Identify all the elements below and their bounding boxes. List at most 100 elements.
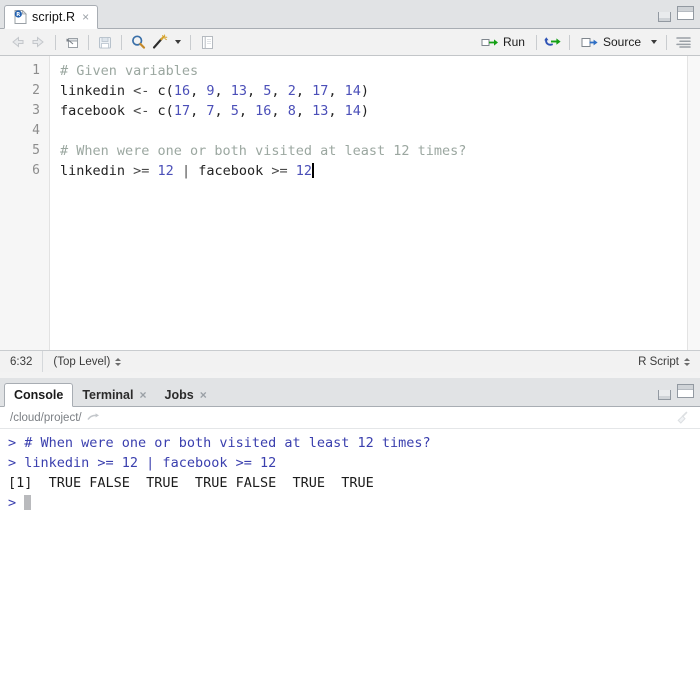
code-token-plain: linkedin [60,83,134,99]
code-token-num: 5 [230,103,239,119]
toolbar-divider [55,34,56,50]
console-tab-console[interactable]: Console [4,383,74,407]
console-pane: Console Terminal × Jobs × /cloud/project/ > [0,378,700,700]
code-token-num: 16 [173,83,191,99]
code-token-plain: , [190,103,207,119]
console-tab-close-icon[interactable]: × [200,388,207,402]
rerun-loop-icon[interactable] [542,32,564,53]
caret-down-icon[interactable] [651,40,657,44]
save-disk-icon[interactable] [94,32,116,53]
source-tab-script-r[interactable]: R script.R × [4,5,99,29]
console-tab-terminal[interactable]: Terminal × [73,383,155,407]
code-token-plain: , [328,83,345,99]
console-prompt: > [8,495,25,511]
scope-label: (Top Level) [53,355,111,368]
console-output[interactable]: > # When were one or both visited at lea… [0,429,700,700]
source-window-controls [658,6,694,22]
run-button[interactable]: Run [475,32,531,53]
console-window-controls [658,384,694,400]
code-line[interactable]: linkedin <- c(16, 9, 13, 5, 2, 17, 14) [60,81,700,101]
caret-down-icon[interactable] [175,40,181,44]
magnifier-icon[interactable] [127,32,149,53]
forward-arrow-icon[interactable] [28,32,50,53]
open-in-new-window-icon[interactable] [86,412,101,423]
magic-wand-icon[interactable] [149,32,171,53]
editor-vertical-scrollbar[interactable] [687,56,700,350]
console-tab-label: Terminal [82,388,134,402]
source-label: Source [602,35,641,49]
code-token-plain: ) [360,103,370,119]
svg-text:R: R [16,12,20,18]
console-line: > [8,493,700,513]
code-token-num: 14 [344,83,361,99]
console-path-bar: /cloud/project/ [0,407,700,429]
code-token-num: 13 [230,83,248,99]
line-number: 4 [32,123,40,138]
code-line[interactable] [60,121,700,141]
console-output-text: [1] TRUE FALSE TRUE TRUE FALSE TRUE TRUE [8,475,374,491]
file-type-updown-icon [684,357,690,366]
file-type-selector[interactable]: R Script [628,351,700,372]
code-token-plain: , [271,103,288,119]
notebook-icon[interactable] [196,32,218,53]
console-line: > # When were one or both visited at lea… [8,433,700,453]
broom-clear-icon[interactable] [674,411,690,425]
code-editor[interactable]: 123456 # Given variables linkedin <- c(16… [0,56,700,350]
console-prompt: > [8,455,25,471]
console-tab-label: Console [14,388,64,402]
console-working-directory[interactable]: /cloud/project/ [10,412,82,424]
code-token-num: 17 [173,103,191,119]
code-token-num: 12 [295,163,313,179]
code-token-comment: # When were one or both visited at least… [60,143,467,159]
rstudio-window: R script.R × Run Source 1 2 3 4 5 6 # Gi… [0,0,700,700]
code-token-op: >= [133,163,158,179]
maximize-icon[interactable] [677,384,694,398]
source-tab-strip: R script.R × [0,0,700,29]
scope-selector[interactable]: (Top Level) [43,351,131,372]
popout-window-icon[interactable] [61,32,83,53]
console-tab-strip: Console Terminal × Jobs × [0,378,700,407]
toolbar-divider [190,34,191,50]
code-token-plain: , [238,103,256,119]
document-outline-icon[interactable] [672,32,694,53]
editor-status-right: R Script [628,351,700,372]
code-line[interactable]: facebook <- c(17, 7, 5, 16, 8, 13, 14) [60,101,700,121]
minimize-icon[interactable] [658,390,671,400]
line-number: 5 [32,143,40,158]
code-token-num: 2 [287,83,296,99]
code-token-num: 14 [344,103,361,119]
source-arrow-icon [581,37,598,47]
minimize-icon[interactable] [658,12,671,22]
maximize-icon[interactable] [677,6,694,20]
code-lines[interactable]: # Given variables linkedin <- c(16, 9, 13… [50,56,700,350]
code-token-num: 17 [312,83,329,99]
code-token-op: >= [271,163,296,179]
code-token-plain: , [295,103,313,119]
code-line[interactable]: linkedin >= 12 | facebook >= 12 [60,161,700,181]
source-tab-close-icon[interactable]: × [82,11,89,23]
line-number: 1 [32,63,40,78]
console-line: > linkedin >= 12 | facebook >= 12 [8,453,700,473]
code-token-num: 8 [287,103,296,119]
code-token-plain: , [271,83,288,99]
back-arrow-icon[interactable] [6,32,28,53]
console-input-text: linkedin >= 12 | facebook >= 12 [24,455,277,471]
code-line[interactable]: # When were one or both visited at least… [60,141,700,161]
toolbar-divider [88,34,89,50]
console-input-text: # When were one or both visited at least… [24,435,431,451]
console-line: [1] TRUE FALSE TRUE TRUE FALSE TRUE TRUE [8,473,700,493]
toolbar-divider [666,34,667,50]
code-line[interactable]: # Given variables [60,61,700,81]
r-document-icon: R [14,10,27,24]
code-token-plain: ) [360,83,370,99]
console-tab-close-icon[interactable]: × [139,388,146,402]
code-token-num: 12 [157,163,174,179]
source-toolbar: Run Source [0,29,700,56]
console-tab-label: Jobs [164,388,194,402]
code-token-plain: , [328,103,345,119]
source-button[interactable]: Source [575,32,647,53]
source-toolbar-right: Run Source [475,32,694,53]
console-tab-jobs[interactable]: Jobs × [156,383,216,407]
code-token-plain: , [295,83,313,99]
file-type-label: R Script [638,355,679,368]
